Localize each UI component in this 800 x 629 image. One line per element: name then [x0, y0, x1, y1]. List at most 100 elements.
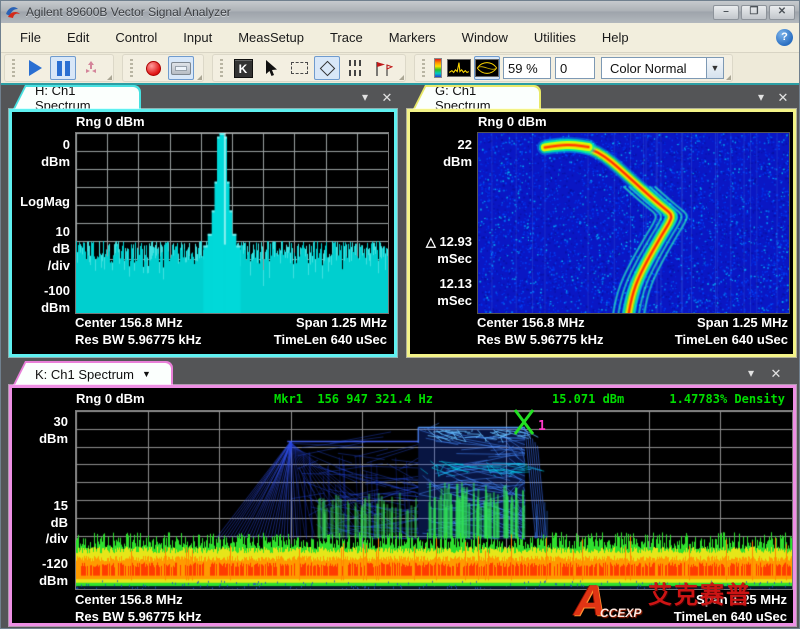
- h-y-label: LogMag: [12, 194, 70, 209]
- panel-k-plot[interactable]: 1: [75, 410, 793, 590]
- title-bar[interactable]: Agilent 89600B Vector Signal Analyzer – …: [1, 1, 799, 23]
- h-y-label: 0: [12, 137, 70, 152]
- zoom-select-button[interactable]: [286, 56, 312, 80]
- g-y-label: mSec: [410, 293, 472, 308]
- menu-meassetup[interactable]: MeasSetup: [225, 26, 317, 49]
- color-mode-select[interactable]: Color Normal ▼: [601, 57, 724, 79]
- group-expand-icon[interactable]: [726, 75, 731, 80]
- g-res-bw: Res BW 5.96775 kHz: [477, 332, 603, 348]
- panel-g-dropdown-icon[interactable]: ▾: [753, 90, 769, 104]
- menu-markers[interactable]: Markers: [376, 26, 449, 49]
- trace-k-button[interactable]: K: [230, 56, 256, 80]
- restart-sweep-button[interactable]: [78, 56, 104, 80]
- player-button[interactable]: [168, 56, 194, 80]
- group-expand-icon[interactable]: [399, 75, 404, 80]
- group-grip-icon[interactable]: [220, 59, 223, 77]
- play-button[interactable]: [22, 56, 48, 80]
- panel-k-dropdown-icon[interactable]: ▾: [743, 366, 759, 380]
- density-view-icon: [475, 59, 499, 77]
- record-icon: [146, 61, 161, 76]
- menu-control[interactable]: Control: [102, 26, 170, 49]
- color-scale-icon[interactable]: [434, 58, 442, 78]
- k-y-label: dB: [12, 515, 68, 530]
- pause-icon: [57, 61, 70, 76]
- h-y-label: /div: [12, 258, 70, 273]
- h-span: Span 1.25 MHz: [296, 315, 387, 331]
- band-lines-button[interactable]: [342, 56, 368, 80]
- marker-x-icon[interactable]: [511, 407, 539, 437]
- maximize-button[interactable]: ❐: [741, 5, 767, 20]
- toolbar: K: [1, 53, 799, 85]
- pause-button[interactable]: [50, 56, 76, 80]
- group-grip-icon[interactable]: [12, 59, 15, 77]
- menu-input[interactable]: Input: [170, 26, 225, 49]
- toolbar-group-markers: K: [212, 54, 406, 82]
- panel-h-dropdown-icon[interactable]: ▾: [357, 90, 373, 104]
- pointer-button[interactable]: [258, 56, 284, 80]
- app-window: Agilent 89600B Vector Signal Analyzer – …: [0, 0, 800, 629]
- chevron-down-icon: ▼: [706, 58, 723, 78]
- band-lines-icon: [349, 60, 361, 76]
- toolbar-group-record: [122, 54, 204, 82]
- marker-number: 1: [538, 419, 546, 434]
- k-res-bw: Res BW 5.96775 kHz: [75, 609, 201, 625]
- menu-utilities[interactable]: Utilities: [521, 26, 589, 49]
- g-y-label: dBm: [410, 154, 472, 169]
- flag-markers-icon: [373, 60, 393, 77]
- panel-h-close-icon[interactable]: ✕: [379, 90, 395, 106]
- offset-input[interactable]: [555, 57, 595, 79]
- diamond-marker-icon: [319, 60, 335, 76]
- menu-bar: File Edit Control Input MeasSetup Trace …: [1, 23, 799, 53]
- help-icon[interactable]: ?: [776, 29, 793, 46]
- pointer-icon: [264, 60, 279, 77]
- tab-k-ch1-spectrum[interactable]: K: Ch1 Spectrum ▼: [13, 361, 173, 385]
- k-span: Span 1.25 MHz: [696, 592, 787, 608]
- toolbar-group-run: [4, 54, 114, 82]
- menu-trace[interactable]: Trace: [317, 26, 376, 49]
- k-marker-density: 1.47783% Density: [669, 392, 785, 406]
- g-time-len: TimeLen 640 uSec: [675, 332, 788, 348]
- tab-g-ch1-spectrum[interactable]: G: Ch1 Spectrum: [413, 85, 541, 109]
- k-y-label: dBm: [12, 431, 68, 446]
- panel-g-close-icon[interactable]: ✕: [775, 90, 791, 106]
- panel-g-plot[interactable]: [477, 132, 790, 314]
- record-button[interactable]: [140, 56, 166, 80]
- app-logo-icon: [5, 4, 21, 20]
- k-marker-readout: Mkr1 156 947 321.4 Hz: [274, 392, 433, 406]
- k-y-label: 30: [12, 414, 68, 429]
- panel-k-close-icon[interactable]: ✕: [768, 366, 784, 382]
- window-title: Agilent 89600B Vector Signal Analyzer: [26, 5, 711, 19]
- minimize-button[interactable]: –: [713, 5, 739, 20]
- panel-k-body: Rng 0 dBm Mkr1 156 947 321.4 Hz 15.071 d…: [9, 385, 796, 626]
- tab-k-dropdown-icon[interactable]: ▼: [142, 369, 151, 379]
- play-icon: [29, 60, 42, 76]
- g-y-label: △ 12.93: [410, 234, 472, 250]
- player-icon: [171, 62, 191, 75]
- k-center-freq: Center 156.8 MHz: [75, 592, 183, 608]
- toolbar-group-display: Color Normal ▼: [414, 54, 733, 82]
- menu-window[interactable]: Window: [449, 26, 521, 49]
- color-mode-value: Color Normal: [602, 61, 706, 76]
- marker-diamond-button[interactable]: [314, 56, 340, 80]
- group-grip-icon[interactable]: [422, 59, 425, 77]
- flag-markers-button[interactable]: [370, 56, 396, 80]
- persistence-percent-input[interactable]: [503, 57, 551, 79]
- menu-file[interactable]: File: [7, 26, 54, 49]
- group-grip-icon[interactable]: [130, 59, 133, 77]
- workspace: H: Ch1 Spectrum ▾ ✕ Rng 0 dBm 0 dBm LogM…: [1, 85, 799, 629]
- menu-edit[interactable]: Edit: [54, 26, 102, 49]
- tab-h-ch1-spectrum[interactable]: H: Ch1 Spectrum: [13, 85, 141, 109]
- panel-h-plot[interactable]: [75, 132, 389, 314]
- group-expand-icon[interactable]: [197, 75, 202, 80]
- menu-help[interactable]: Help: [589, 26, 642, 49]
- h-y-label: dB: [12, 241, 70, 256]
- tab-k-label: K: Ch1 Spectrum: [35, 367, 134, 382]
- selection-rect-icon: [291, 62, 308, 74]
- group-expand-icon[interactable]: [107, 75, 112, 80]
- density-view-button[interactable]: [474, 56, 500, 80]
- spectrum-view-button[interactable]: [446, 56, 472, 80]
- panel-g-range: Rng 0 dBm: [478, 114, 547, 129]
- g-y-label: mSec: [410, 251, 472, 266]
- close-button[interactable]: ✕: [769, 5, 795, 20]
- h-y-label: dBm: [12, 154, 70, 169]
